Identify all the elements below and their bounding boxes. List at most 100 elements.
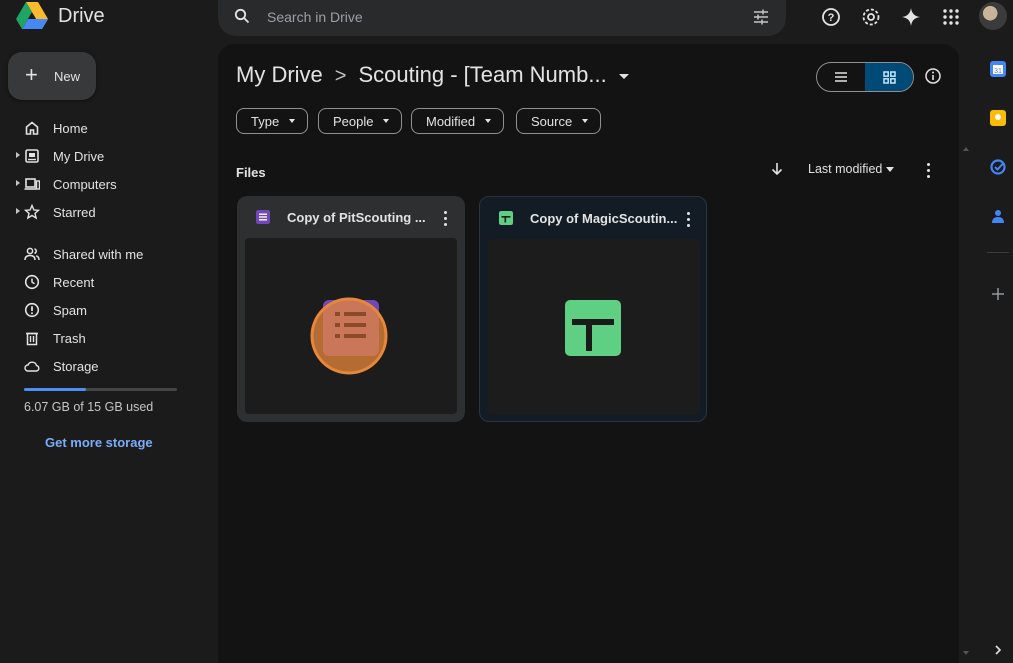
trash-icon <box>26 332 38 346</box>
google-sheets-icon <box>499 211 513 225</box>
side-panel-divider <box>987 252 1009 253</box>
expand-side-panel-chevron-icon[interactable] <box>994 644 1002 656</box>
search-icon[interactable] <box>234 8 250 24</box>
breadcrumb-current-folder[interactable]: Scouting - [Team Numb... <box>358 62 606 87</box>
expand-caret-icon[interactable] <box>16 208 20 214</box>
expand-caret-icon[interactable] <box>16 152 20 158</box>
breadcrumb: My Drive > Scouting - [Team Numb... <box>236 62 629 88</box>
sidebar-item-label: My Drive <box>53 149 105 164</box>
scroll-down-arrow-icon[interactable] <box>963 651 969 655</box>
sidebar-item-starred[interactable]: Starred <box>0 198 210 226</box>
file-card[interactable]: Copy of PitScouting ... <box>237 196 465 422</box>
sidebar-item-label: Spam <box>53 303 87 318</box>
help-icon[interactable]: ? <box>820 6 842 28</box>
search-options-icon[interactable] <box>752 8 770 26</box>
sidebar-item-home[interactable]: Home <box>0 114 210 142</box>
side-panel <box>959 44 1013 663</box>
sidebar-item-recent[interactable]: Recent <box>0 268 210 296</box>
sidebar-item-shared-with-me[interactable]: Shared with me <box>0 240 210 268</box>
new-button-label: New <box>54 69 81 84</box>
app-brand[interactable]: Drive <box>58 5 105 28</box>
spam-icon <box>24 302 40 318</box>
files-section-heading: Files <box>236 165 266 180</box>
info-icon[interactable] <box>924 67 942 85</box>
file-thumbnail[interactable] <box>245 238 457 414</box>
apps-grid-icon[interactable] <box>940 6 962 28</box>
sidebar-item-label: Computers <box>53 177 117 192</box>
star-icon <box>24 204 40 220</box>
files-more-options-icon[interactable] <box>927 163 931 181</box>
breadcrumb-separator: > <box>334 65 347 87</box>
sidebar-item-trash[interactable]: Trash <box>0 324 210 352</box>
home-icon <box>25 121 39 135</box>
search-bar[interactable]: Search in Drive <box>218 0 786 36</box>
my-drive-icon <box>25 149 39 163</box>
storage-usage-text: 6.07 GB of 15 GB used <box>24 400 154 414</box>
sidebar-item-label: Shared with me <box>53 247 144 262</box>
filter-chip-label: Modified <box>426 113 476 129</box>
filter-chip-label: Source <box>531 113 573 129</box>
clock-icon <box>24 274 40 290</box>
file-more-options-icon[interactable] <box>444 211 448 229</box>
settings-gear-icon[interactable] <box>860 6 882 28</box>
file-card[interactable]: Copy of MagicScoutin... <box>479 196 707 422</box>
filter-chip-label: People <box>333 113 374 129</box>
filter-chip-people[interactable]: People <box>318 108 403 134</box>
plus-icon: + <box>25 62 38 87</box>
tasks-icon[interactable] <box>990 159 1006 175</box>
contacts-icon[interactable] <box>990 208 1006 224</box>
file-more-options-icon[interactable] <box>687 212 691 230</box>
sidebar-item-label: Storage <box>53 359 99 374</box>
sort-direction-arrow-icon[interactable] <box>769 160 785 178</box>
filter-chip-source[interactable]: Source <box>516 108 602 134</box>
folder-menu-dropdown-icon[interactable] <box>618 73 629 79</box>
grid-view-icon <box>882 70 896 84</box>
gemini-sparkle-icon[interactable] <box>900 6 922 28</box>
chevron-down-icon <box>485 119 492 123</box>
grid-view-button[interactable] <box>865 63 913 91</box>
filter-chip-type[interactable]: Type <box>236 108 309 134</box>
sheets-thumbnail-icon <box>565 300 621 356</box>
storage-usage-bar <box>24 388 177 391</box>
filter-chip-label: Type <box>251 113 280 129</box>
file-name: Copy of MagicScoutin... <box>530 211 678 226</box>
filter-chip-modified[interactable]: Modified <box>411 108 505 134</box>
get-more-storage-link[interactable]: Get more storage <box>45 435 153 450</box>
svg-text:?: ? <box>828 12 835 24</box>
sidebar-item-my-drive[interactable]: My Drive <box>0 142 210 170</box>
cloud-icon <box>24 361 40 372</box>
calendar-icon[interactable]: 31 <box>990 61 1006 77</box>
sidebar-item-label: Trash <box>53 331 86 346</box>
list-view-icon <box>835 72 847 82</box>
sort-dropdown-icon[interactable] <box>886 167 894 172</box>
forms-thumbnail-icon <box>310 297 388 375</box>
new-button[interactable]: + New <box>8 52 96 100</box>
keep-icon[interactable] <box>990 110 1006 126</box>
google-forms-icon <box>256 210 270 224</box>
shared-icon <box>24 247 40 261</box>
view-toggle[interactable] <box>816 62 914 92</box>
expand-caret-icon[interactable] <box>16 180 20 186</box>
drive-logo-icon[interactable] <box>16 2 48 30</box>
sidebar-item-storage[interactable]: Storage <box>0 352 210 380</box>
file-thumbnail[interactable] <box>488 239 700 415</box>
sidebar-item-computers[interactable]: Computers <box>0 170 210 198</box>
add-addon-plus-icon[interactable] <box>991 287 1005 301</box>
scroll-up-arrow-icon[interactable] <box>963 147 969 151</box>
sidebar-item-label: Starred <box>53 205 96 220</box>
svg-text:31: 31 <box>994 68 1002 75</box>
sort-by-last-modified[interactable]: Last modified <box>808 162 882 176</box>
chevron-down-icon <box>289 119 296 123</box>
computer-icon <box>24 178 40 190</box>
sidebar-item-label: Recent <box>53 275 95 290</box>
sidebar-item-spam[interactable]: Spam <box>0 296 210 324</box>
sidebar-item-label: Home <box>53 121 88 136</box>
list-view-button[interactable] <box>817 63 865 91</box>
chevron-down-icon <box>383 119 390 123</box>
file-name: Copy of PitScouting ... <box>287 210 426 225</box>
breadcrumb-root[interactable]: My Drive <box>236 62 323 87</box>
account-avatar[interactable] <box>979 2 1007 30</box>
chevron-down-icon <box>582 119 589 123</box>
storage-usage-fill <box>24 388 86 391</box>
search-input[interactable]: Search in Drive <box>267 9 363 25</box>
